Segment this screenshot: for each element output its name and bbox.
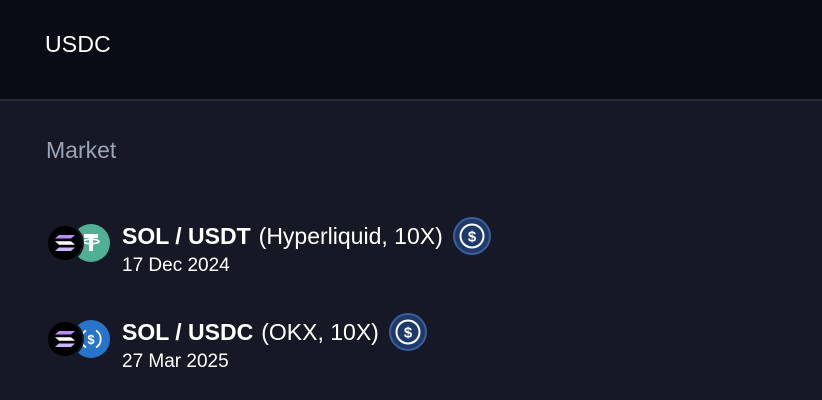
pair-name: SOL / USDC <box>122 318 254 345</box>
pair-text: SOL / USDC (OKX, 10X) $ 27 Mar 2025 <box>122 313 427 373</box>
pair-name: SOL / USDT <box>122 222 251 249</box>
market-panel: Market SOL / USDT (Hyperliquid, 10X) $ 1… <box>0 101 822 400</box>
svg-text:$: $ <box>87 332 95 347</box>
usdc-icon: $ <box>388 313 427 351</box>
pair-text: SOL / USDT (Hyperliquid, 10X) $ 17 Dec 2… <box>122 217 491 277</box>
section-label-market: Market <box>46 137 117 163</box>
market-row[interactable]: SOL / USDT (Hyperliquid, 10X) $ 17 Dec 2… <box>46 216 746 286</box>
pair-line: SOL / USDT (Hyperliquid, 10X) $ <box>122 217 491 255</box>
usdc-icon: $ <box>452 217 491 255</box>
pair-icons: $ <box>46 320 112 362</box>
pair-exchange-leverage: (Hyperliquid, 10X) <box>258 222 443 249</box>
pair-date: 17 Dec 2024 <box>122 255 230 276</box>
svg-text:$: $ <box>468 229 477 246</box>
header: USDC <box>0 0 822 101</box>
pair-line: SOL / USDC (OKX, 10X) $ <box>122 313 427 351</box>
page-title: USDC <box>45 31 111 57</box>
solana-icon <box>46 320 84 358</box>
svg-text:$: $ <box>404 325 413 342</box>
pair-icons <box>46 224 112 266</box>
market-row[interactable]: $ SOL / USDC (OKX, 10X) $ 27 Mar 2025 <box>46 312 746 382</box>
solana-icon <box>46 224 84 262</box>
pair-date: 27 Mar 2025 <box>122 351 229 372</box>
pair-exchange-leverage: (OKX, 10X) <box>261 318 379 345</box>
